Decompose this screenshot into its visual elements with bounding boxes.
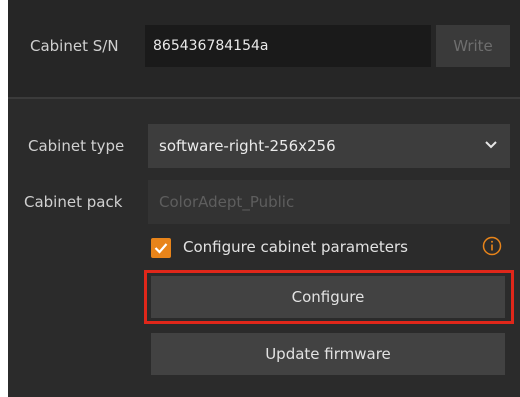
- configure-button[interactable]: Configure: [151, 276, 505, 318]
- section-divider: [8, 97, 520, 99]
- cabinet-pack-label: Cabinet pack: [24, 193, 123, 211]
- configure-parameters-label: Configure cabinet parameters: [183, 238, 408, 256]
- write-button[interactable]: Write: [436, 25, 510, 67]
- update-firmware-button[interactable]: Update firmware: [151, 333, 505, 375]
- cabinet-pack-input[interactable]: ColorAdept_Public: [148, 180, 510, 224]
- cabinet-type-select[interactable]: software-right-256x256: [148, 124, 510, 168]
- info-icon[interactable]: [482, 236, 502, 256]
- checkmark-icon: [154, 243, 168, 254]
- cabinet-type-label: Cabinet type: [28, 137, 125, 155]
- cabinet-type-value: software-right-256x256: [159, 137, 336, 155]
- serial-number-label: Cabinet S/N: [30, 37, 119, 55]
- configure-parameters-checkbox[interactable]: [151, 238, 171, 258]
- serial-number-section: Cabinet S/N 865436784154a Write: [8, 0, 520, 97]
- serial-number-input[interactable]: 865436784154a: [145, 25, 431, 67]
- chevron-down-icon: [485, 141, 497, 149]
- cabinet-settings-panel: Cabinet S/N 865436784154a Write Cabinet …: [8, 0, 520, 397]
